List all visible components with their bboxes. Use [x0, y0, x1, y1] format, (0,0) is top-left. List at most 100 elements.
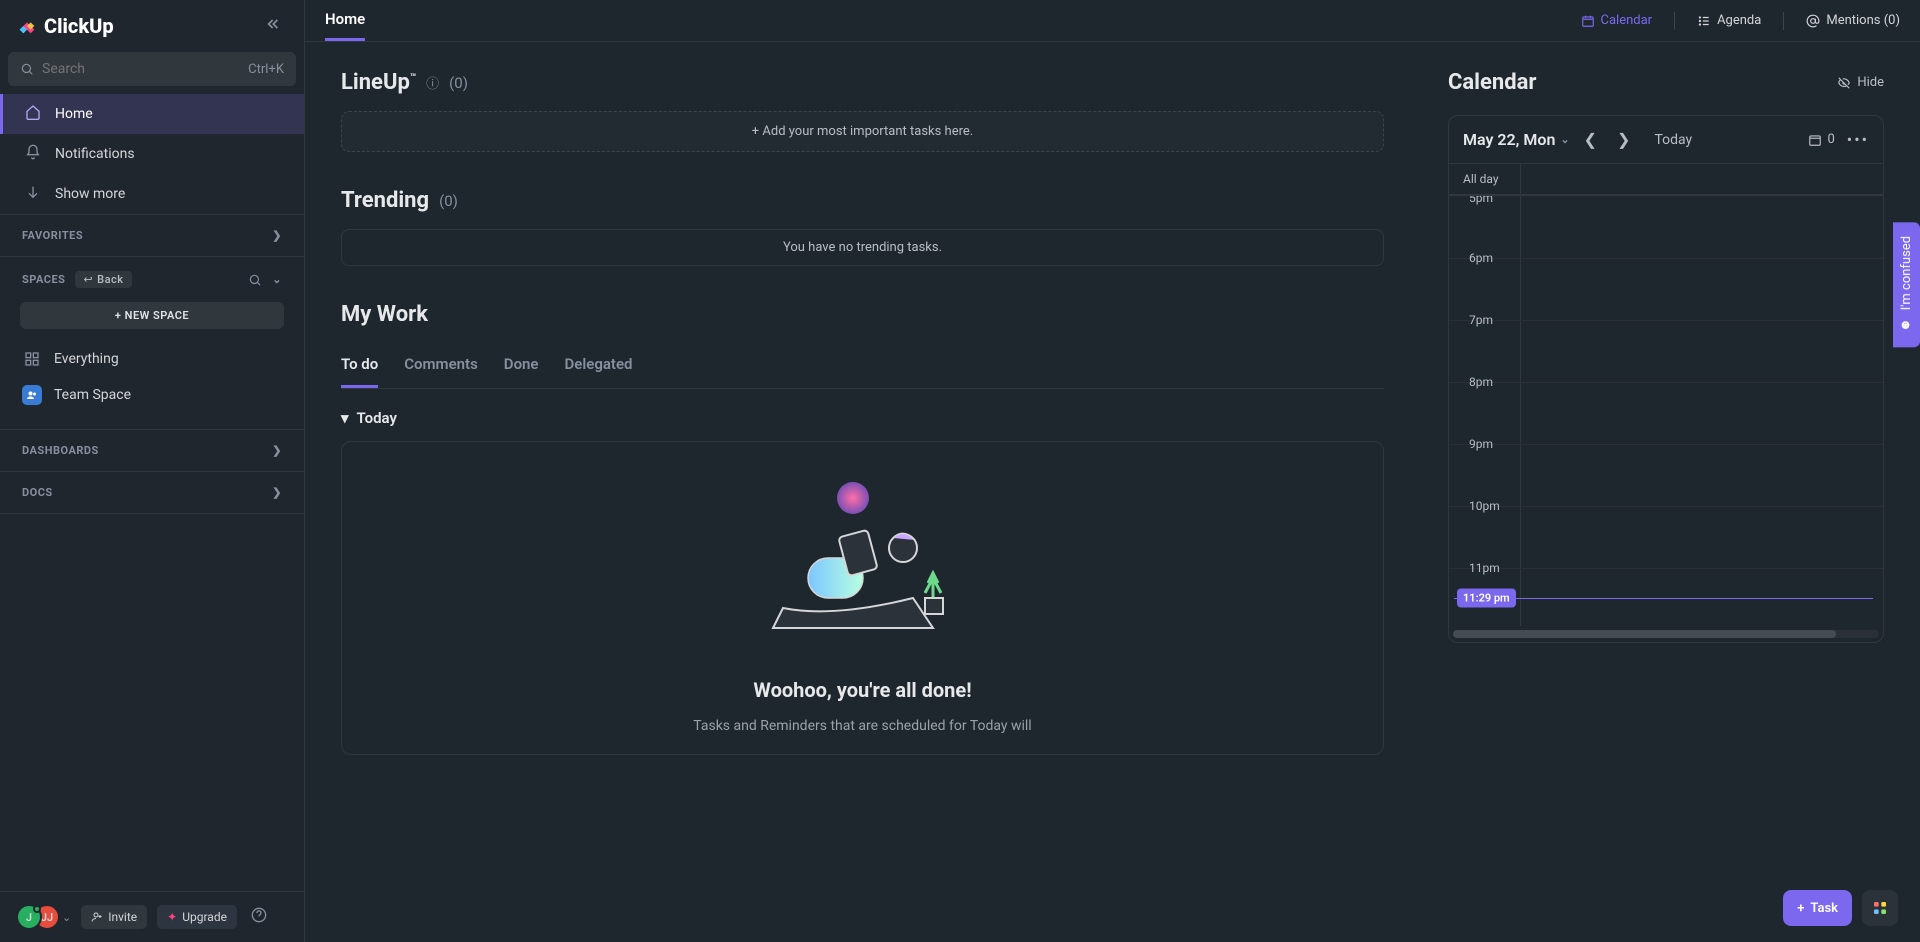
- chevron-right-icon: ❯: [272, 444, 282, 457]
- all-day-slot[interactable]: [1521, 164, 1883, 195]
- invite-icon: [91, 911, 103, 923]
- space-everything[interactable]: Everything: [0, 341, 304, 377]
- sparkle-icon: ✦: [167, 910, 177, 924]
- trending-title: Trending: [341, 188, 429, 213]
- calendar-date-picker[interactable]: May 22, Mon ⌄: [1463, 130, 1570, 149]
- nav-notifications-label: Notifications: [55, 146, 135, 162]
- avatar[interactable]: J: [16, 904, 42, 930]
- topbar-agenda[interactable]: Agenda: [1697, 13, 1761, 28]
- all-day-label: All day: [1449, 164, 1521, 195]
- hour-label: 11pm: [1469, 561, 1500, 575]
- nav-home-label: Home: [55, 106, 93, 122]
- empty-heading: Woohoo, you're all done!: [362, 678, 1363, 702]
- lineup-count: (0): [449, 74, 468, 92]
- new-space-button[interactable]: + NEW SPACE: [20, 302, 284, 329]
- eye-off-icon: [1837, 76, 1851, 90]
- hide-calendar-button[interactable]: Hide: [1837, 75, 1884, 90]
- lineup-add-placeholder[interactable]: + Add your most important tasks here.: [341, 111, 1384, 152]
- spaces-section[interactable]: SPACES ↩ Back ⌄: [0, 256, 304, 302]
- help-icon[interactable]: [251, 907, 267, 927]
- avatar-dropdown-icon[interactable]: ⌄: [62, 911, 71, 924]
- dashboards-section[interactable]: DASHBOARDS ❯: [0, 429, 304, 471]
- tab-todo[interactable]: To do: [341, 343, 378, 388]
- calendar-grid[interactable]: 5pm 6pm 7pm 8pm 9pm 10pm 11pm 11:29 pm: [1449, 196, 1883, 626]
- calendar-scrollbar[interactable]: [1453, 630, 1879, 638]
- today-button[interactable]: Today: [1654, 132, 1692, 148]
- search-icon: [20, 62, 34, 76]
- current-time-pill: 11:29 pm: [1457, 589, 1516, 608]
- feedback-icon: ☻: [1899, 318, 1914, 333]
- collapse-sidebar-icon[interactable]: [260, 10, 288, 42]
- empty-text: Tasks and Reminders that are scheduled f…: [362, 718, 1363, 734]
- logo[interactable]: ClickUp: [16, 14, 114, 38]
- topbar-home[interactable]: Home: [325, 0, 365, 41]
- search-field[interactable]: [42, 61, 240, 77]
- hour-label: 6pm: [1469, 251, 1493, 265]
- today-toggle[interactable]: ▾ Today: [341, 409, 1384, 427]
- bell-icon: [25, 144, 41, 164]
- docs-label: DOCS: [22, 486, 53, 499]
- calendar-small-icon: [1808, 133, 1822, 147]
- hour-label: 9pm: [1469, 437, 1493, 451]
- confused-feedback-button[interactable]: ☻ I'm confused: [1893, 222, 1920, 347]
- info-icon[interactable]: ⓘ: [426, 73, 439, 92]
- chevron-right-icon: ❯: [272, 229, 282, 242]
- calendar-more-icon[interactable]: •••: [1847, 130, 1869, 149]
- topbar: Home Calendar Agenda Mentions (0): [305, 0, 1920, 42]
- relax-illustration: [753, 478, 973, 638]
- nav-notifications[interactable]: Notifications: [0, 134, 304, 174]
- hour-label: 10pm: [1469, 499, 1500, 513]
- logo-icon: [16, 15, 38, 37]
- tab-comments[interactable]: Comments: [404, 343, 478, 388]
- prev-day-button[interactable]: ❮: [1578, 126, 1603, 153]
- main-content: LineUp™ ⓘ (0) + Add your most important …: [305, 42, 1420, 942]
- new-task-button[interactable]: + Task: [1783, 890, 1852, 926]
- apps-icon: [1872, 900, 1888, 916]
- sidebar: ClickUp Ctrl+K Home Notifications Show m…: [0, 0, 305, 942]
- calendar-title: Calendar: [1448, 70, 1536, 95]
- team-space-label: Team Space: [54, 387, 131, 403]
- dashboards-label: DASHBOARDS: [22, 444, 99, 457]
- nav-home[interactable]: Home: [0, 94, 304, 134]
- everything-label: Everything: [54, 351, 119, 367]
- lineup-title: LineUp™: [341, 70, 416, 95]
- search-spaces-icon[interactable]: [248, 273, 262, 287]
- search-input[interactable]: Ctrl+K: [8, 52, 296, 86]
- calendar-panel: Calendar Hide May 22, Mon ⌄ ❮ ❯ Today: [1420, 42, 1920, 942]
- team-space-icon: [22, 385, 42, 405]
- user-avatars[interactable]: J JJ: [16, 904, 52, 930]
- space-team[interactable]: Team Space: [0, 377, 304, 413]
- mywork-title: My Work: [341, 302, 428, 327]
- arrow-down-icon: [25, 184, 41, 204]
- docs-section[interactable]: DOCS ❯: [0, 471, 304, 513]
- calendar-count[interactable]: 0: [1808, 132, 1834, 147]
- brand-text: ClickUp: [44, 14, 114, 38]
- nav-show-more-label: Show more: [55, 186, 125, 202]
- trending-empty: You have no trending tasks.: [341, 229, 1384, 266]
- hour-label: 5pm: [1469, 196, 1493, 205]
- back-pill[interactable]: ↩ Back: [75, 271, 131, 288]
- topbar-calendar[interactable]: Calendar: [1581, 13, 1653, 28]
- upgrade-button[interactable]: ✦ Upgrade: [157, 905, 237, 929]
- tab-delegated[interactable]: Delegated: [565, 343, 633, 388]
- search-shortcut: Ctrl+K: [248, 62, 284, 77]
- tab-done[interactable]: Done: [504, 343, 539, 388]
- today-empty-card: Woohoo, you're all done! Tasks and Remin…: [341, 441, 1384, 755]
- hour-label: 8pm: [1469, 375, 1493, 389]
- next-day-button[interactable]: ❯: [1611, 126, 1636, 153]
- calendar-icon: [1581, 14, 1595, 28]
- chevron-down-icon[interactable]: ⌄: [272, 273, 282, 286]
- hour-label: 7pm: [1469, 313, 1493, 327]
- trending-count: (0): [439, 192, 458, 210]
- favorites-section[interactable]: FAVORITES ❯: [0, 214, 304, 256]
- topbar-mentions[interactable]: Mentions (0): [1806, 13, 1900, 28]
- plus-icon: +: [1797, 901, 1804, 916]
- invite-button[interactable]: Invite: [81, 905, 147, 929]
- caret-down-icon: ▾: [341, 409, 349, 427]
- nav-show-more[interactable]: Show more: [0, 174, 304, 214]
- favorites-label: FAVORITES: [22, 229, 83, 242]
- agenda-icon: [1697, 14, 1711, 28]
- apps-button[interactable]: [1862, 890, 1898, 926]
- spaces-label: SPACES: [22, 273, 65, 286]
- everything-icon: [22, 349, 42, 369]
